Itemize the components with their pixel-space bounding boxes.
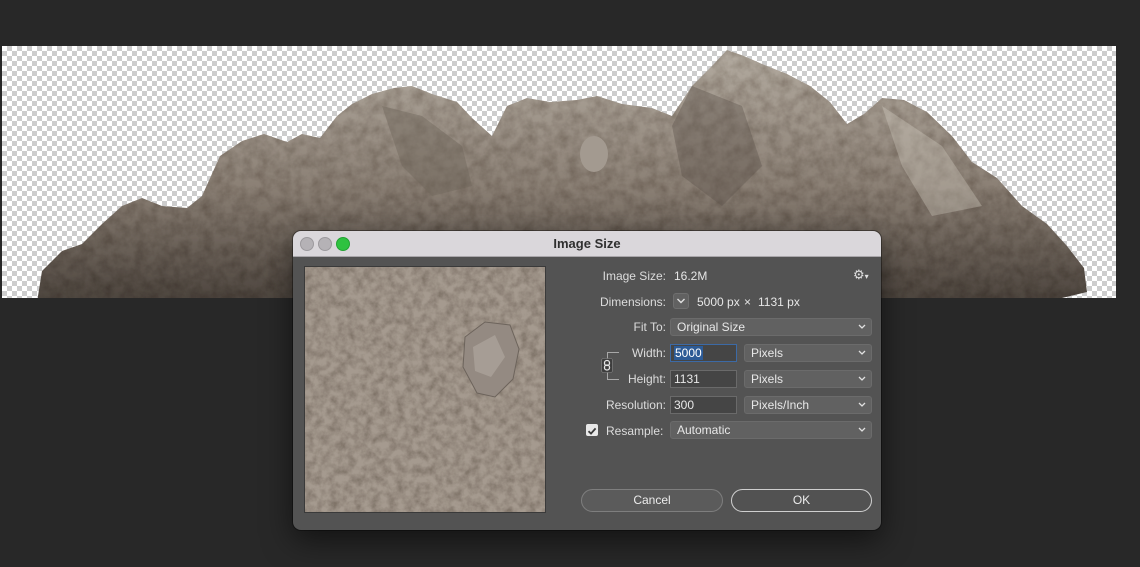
resample-value: Automatic bbox=[677, 423, 731, 437]
gear-icon[interactable]: ⚙▾ bbox=[853, 267, 869, 283]
resolution-unit-value: Pixels/Inch bbox=[751, 398, 810, 412]
dimensions-label: Dimensions: bbox=[599, 295, 666, 309]
image-size-value: 16.2M bbox=[674, 269, 708, 283]
fit-to-label: Fit To: bbox=[633, 320, 666, 334]
dimensions-separator: × bbox=[744, 295, 752, 309]
cancel-button[interactable]: Cancel bbox=[581, 489, 723, 512]
resample-select[interactable]: Automatic bbox=[670, 421, 872, 439]
chain-link-icon[interactable] bbox=[601, 358, 613, 373]
image-size-label: Image Size: bbox=[602, 269, 666, 283]
width-unit-select[interactable]: Pixels bbox=[744, 344, 872, 362]
dimensions-width-value: 5000 px bbox=[697, 295, 740, 309]
height-label: Height: bbox=[627, 372, 666, 386]
image-size-dialog: Image Size Image Size: 16.2M ⚙▾ Dimensio… bbox=[293, 231, 881, 530]
resolution-label: Resolution: bbox=[605, 398, 666, 412]
height-unit-select[interactable]: Pixels bbox=[744, 370, 872, 388]
dialog-title: Image Size bbox=[553, 236, 621, 251]
ok-button[interactable]: OK bbox=[731, 489, 872, 512]
chevron-down-icon bbox=[858, 376, 866, 381]
resolution-unit-select[interactable]: Pixels/Inch bbox=[744, 396, 872, 414]
width-label: Width: bbox=[631, 346, 666, 360]
height-value: 1131 bbox=[674, 372, 700, 386]
resolution-input[interactable]: 300 bbox=[670, 396, 737, 414]
chevron-down-icon bbox=[858, 402, 866, 407]
dialog-titlebar[interactable]: Image Size bbox=[293, 231, 881, 257]
fit-to-value: Original Size bbox=[677, 320, 746, 334]
chevron-down-icon bbox=[677, 298, 685, 304]
resample-checkbox[interactable] bbox=[586, 424, 598, 436]
width-unit-value: Pixels bbox=[751, 346, 784, 360]
fit-to-select[interactable]: Original Size bbox=[670, 318, 872, 336]
chevron-down-icon bbox=[858, 350, 866, 355]
resolution-value: 300 bbox=[674, 398, 695, 412]
chevron-down-icon bbox=[858, 324, 866, 329]
checkmark-icon bbox=[587, 427, 597, 435]
width-input[interactable]: 5000 bbox=[670, 344, 737, 362]
dimensions-units-dropdown[interactable] bbox=[673, 293, 689, 309]
resample-label: Resample: bbox=[606, 424, 664, 438]
width-value: 5000 bbox=[674, 346, 703, 360]
height-input[interactable]: 1131 bbox=[670, 370, 737, 388]
chevron-down-icon bbox=[858, 427, 866, 432]
height-unit-value: Pixels bbox=[751, 372, 784, 386]
dimensions-height-value: 1131 px bbox=[758, 295, 800, 309]
